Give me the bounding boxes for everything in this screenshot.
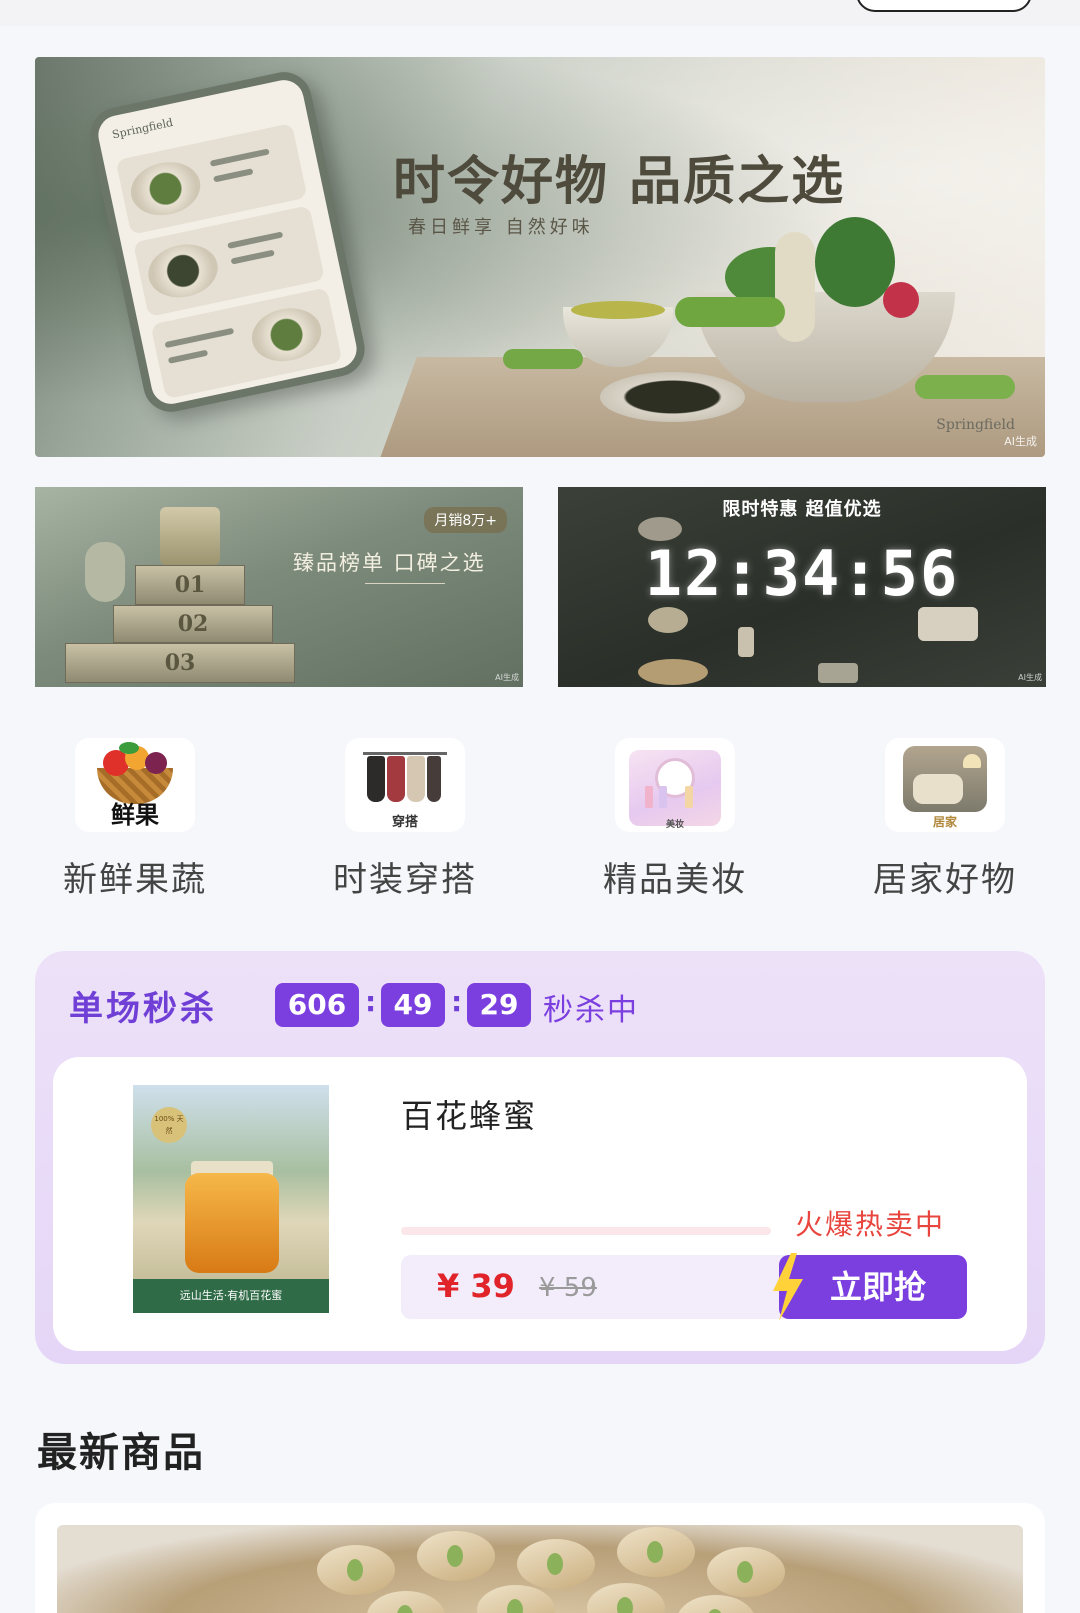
podium-tier-2: 02 [113,605,273,643]
ranking-banner[interactable]: 01 02 03 月销8万+ 臻品榜单 口碑之选 AI生成 [35,487,523,687]
flash-sale-product-card[interactable]: 100% 天然 远山生活·有机百花蜜 百花蜂蜜 火爆热卖中 ¥ 39 ¥ 59 … [53,1057,1027,1351]
flash-sale-section: 单场秒杀 606 : 49 : 29 秒杀中 100% 天然 远山生活·有机百花… [35,951,1045,1364]
sales-progress-bar [401,1227,771,1235]
monthly-sales-badge: 月销8万+ [424,507,507,533]
latest-product-card[interactable] [35,1503,1045,1613]
product-image-caption: 远山生活·有机百花蜜 [133,1279,329,1313]
countdown-separator: : [451,985,463,1018]
category-fresh-produce[interactable]: 鲜果 新鲜果蔬 [40,738,230,901]
hero-brand-watermark: Springfield [936,417,1015,433]
teapot-item [638,517,682,541]
original-price: ¥ 59 [539,1273,597,1303]
sale-price: ¥ 39 [437,1267,515,1305]
category-label: 居家好物 [873,860,1017,900]
ai-generated-mark: AI生成 [495,673,519,682]
category-home[interactable]: 居家 居家好物 [850,738,1040,901]
product-image[interactable]: 100% 天然 远山生活·有机百花蜜 [133,1085,329,1313]
fruit-basket-icon: 鲜果 [75,738,195,832]
home-sofa-icon: 居家 [885,738,1005,832]
flash-sale-title: 单场秒杀 [69,989,217,1029]
cosmetic-item [738,627,754,657]
podium-tier-1: 01 [135,565,245,605]
ranking-title: 臻品榜单 口碑之选 [293,551,486,575]
hot-selling-label: 火爆热卖中 [795,1208,946,1241]
status-bar [0,0,1080,26]
countdown-clock: 12:34:56 [644,537,960,610]
ai-generated-mark: AI生成 [1018,673,1042,682]
vase [85,542,125,602]
phone-brand: Springfield [110,115,175,142]
radish [883,282,919,318]
countdown-seconds: 29 [467,983,531,1027]
vanity-icon: 美妆 [615,738,735,832]
countdown-separator: : [365,985,377,1018]
bamboo-shoot [775,232,815,342]
natural-seal: 100% 天然 [151,1107,187,1143]
countdown-minutes: 49 [381,983,445,1027]
buy-now-button[interactable]: 立即抢 [779,1255,967,1319]
hero-subtitle: 春日鲜享 自然好味 [408,217,594,238]
limited-offer-title: 限时特惠 超值优选 [722,499,882,520]
limited-offer-banner[interactable]: 限时特惠 超值优选 12:34:56 AI生成 [558,487,1046,687]
straw-hat-item [638,659,708,685]
product-name: 百花蜂蜜 [401,1097,538,1135]
title-divider [365,583,445,584]
pea-pod [503,349,583,369]
category-label: 新鲜果蔬 [63,860,207,900]
product-image-pistachios [57,1525,1023,1613]
price-buy-bar: ¥ 39 ¥ 59 立即抢 [401,1253,967,1321]
ai-generated-mark: AI生成 [1004,435,1037,448]
clothing-rack-icon: 穿搭 [345,738,465,832]
honey-jar [185,1173,279,1273]
category-label: 时装穿搭 [333,860,477,900]
top-capsule-button[interactable] [856,0,1032,12]
tea-canister [160,507,220,565]
category-label: 精品美妆 [603,860,747,900]
latest-products-heading: 最新商品 [37,1430,205,1476]
lightning-icon [773,1253,803,1321]
podium-tier-3: 03 [65,643,295,683]
pea-pod [915,375,1015,399]
hero-title: 时令好物 品质之选 [393,151,846,212]
countdown-hours: 606 [275,983,359,1027]
category-beauty[interactable]: 美妆 精品美妆 [580,738,770,901]
tea-cup-item [648,607,688,633]
tea-leaves-plate [600,372,745,422]
flash-sale-status: 秒杀中 [543,993,639,1028]
category-fashion[interactable]: 穿搭 时装穿搭 [310,738,500,901]
pea-pod [675,297,785,327]
hero-banner[interactable]: Springfield 时令好物 品质之选 春日鲜享 自然好味 Springfi… [35,57,1045,457]
towel-item [818,663,858,683]
scarf-item [918,607,978,641]
